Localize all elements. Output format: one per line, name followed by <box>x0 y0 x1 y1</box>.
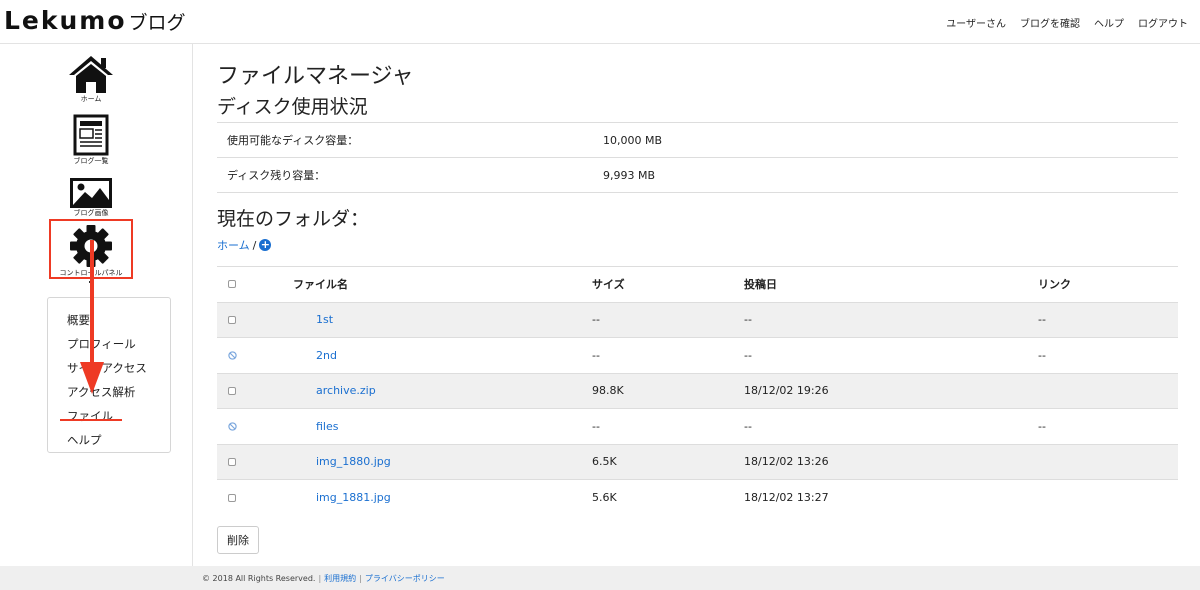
file-name-link[interactable]: 2nd <box>293 349 337 362</box>
home-icon <box>69 56 113 93</box>
file-date: 18/12/02 19:26 <box>744 384 829 398</box>
column-header-name[interactable]: ファイル名 <box>293 276 592 292</box>
file-size: 98.8K <box>592 384 624 398</box>
column-header-size[interactable]: サイズ <box>592 276 744 292</box>
sidebar-item-label: ブログ一覧 <box>73 157 109 165</box>
top-header: Lekumo ブログ ユーザーさん ブログを確認 ヘルプ ログアウト <box>0 0 1200 44</box>
disabled-checkbox-icon <box>228 422 237 431</box>
site-logo[interactable]: Lekumo ブログ <box>4 6 186 40</box>
sidebar-item-label: ブログ画像 <box>73 209 109 217</box>
sidebar-item-control-panel[interactable]: コントロールパネル <box>51 224 131 278</box>
gear-icon <box>70 225 112 267</box>
table-row: files -- -- -- <box>217 409 1178 445</box>
file-size: 6.5K <box>592 455 617 469</box>
file-name-link[interactable]: 1st <box>293 313 333 326</box>
nav-user[interactable]: ユーザーさん <box>946 15 1006 30</box>
column-header-link: リンク <box>1038 278 1071 292</box>
document-icon <box>73 114 109 156</box>
file-date: -- <box>744 419 752 433</box>
file-date: -- <box>744 348 752 362</box>
sidebar-item-label: ホーム <box>80 95 102 103</box>
file-link: -- <box>1038 348 1046 362</box>
select-all-checkbox[interactable] <box>228 280 236 289</box>
current-folder-heading: 現在のフォルダ： <box>217 208 370 230</box>
breadcrumb-separator: / <box>252 238 257 252</box>
file-date: 18/12/02 13:26 <box>744 455 829 469</box>
nav-logout[interactable]: ログアウト <box>1138 15 1188 30</box>
file-name-link[interactable]: files <box>293 420 338 433</box>
file-size: -- <box>592 348 600 362</box>
footer-link-terms[interactable]: 利用規約 <box>324 573 356 584</box>
delete-button[interactable]: 削除 <box>217 526 259 554</box>
disk-row-value: 10,000 MB <box>603 133 663 147</box>
submenu-item-site-access[interactable]: サイトアクセス <box>67 356 170 380</box>
table-row: 2nd -- -- -- <box>217 338 1178 374</box>
disk-row: ディスク残り容量： 9,993 MB <box>217 158 1178 193</box>
sidebar-item-blog-images[interactable]: ブログ画像 <box>66 178 116 218</box>
submenu-item-analytics[interactable]: アクセス解析 <box>67 380 170 404</box>
control-panel-submenu: 概要 プロフィール サイトアクセス アクセス解析 ファイル ヘルプ <box>47 297 171 453</box>
file-size: -- <box>592 313 600 327</box>
file-link: -- <box>1038 313 1046 327</box>
column-header-date[interactable]: 投稿日 <box>744 276 1038 292</box>
footer-copyright: © 2018 All Rights Reserved. <box>202 573 316 583</box>
logo-main-text: Lekumo <box>4 6 127 35</box>
file-size: 5.6K <box>592 491 617 505</box>
submenu-item-file[interactable]: ファイル <box>67 404 170 428</box>
file-name-link[interactable]: img_1880.jpg <box>293 455 391 468</box>
sidebar: ホーム ブログ一覧 ブログ画像 コントロールパネル 概要 プロフィール サイトア… <box>0 44 193 566</box>
disk-row-label: 使用可能なディスク容量： <box>227 134 359 147</box>
top-nav: ユーザーさん ブログを確認 ヘルプ ログアウト <box>946 15 1188 30</box>
table-row: img_1880.jpg 6.5K 18/12/02 13:26 <box>217 444 1178 480</box>
annotation-underline <box>60 419 122 421</box>
file-name-link[interactable]: archive.zip <box>293 384 376 397</box>
row-checkbox[interactable] <box>228 386 236 395</box>
disk-usage-table: 使用可能なディスク容量： 10,000 MB ディスク残り容量： 9,993 M… <box>217 122 1178 193</box>
footer: © 2018 All Rights Reserved. | 利用規約 | プライ… <box>0 566 1200 590</box>
submenu-item-overview[interactable]: 概要 <box>67 308 170 332</box>
sidebar-item-blog-list[interactable]: ブログ一覧 <box>66 114 116 166</box>
file-size: -- <box>592 419 600 433</box>
page-title: ファイルマネージャ <box>217 64 414 89</box>
nav-view-blog[interactable]: ブログを確認 <box>1020 15 1080 30</box>
table-row: archive.zip 98.8K 18/12/02 19:26 <box>217 373 1178 409</box>
file-date: 18/12/02 13:27 <box>744 491 829 505</box>
logo-sub-text: ブログ <box>128 12 186 34</box>
image-icon <box>70 178 112 208</box>
caret-icon <box>89 281 93 283</box>
disk-usage-heading: ディスク使用状況 <box>217 96 368 118</box>
disk-row-label: ディスク残り容量： <box>227 169 326 182</box>
file-date: -- <box>744 313 752 327</box>
table-row: img_1881.jpg 5.6K 18/12/02 13:27 <box>217 480 1178 516</box>
footer-link-privacy[interactable]: プライバシーポリシー <box>365 573 445 584</box>
file-table: ファイル名 サイズ 投稿日 リンク 1st -- -- -- 2nd -- --… <box>217 266 1178 516</box>
breadcrumb-home-link[interactable]: ホーム <box>217 237 250 253</box>
submenu-item-profile[interactable]: プロフィール <box>67 332 170 356</box>
submenu-item-help[interactable]: ヘルプ <box>67 428 170 452</box>
table-header-row: ファイル名 サイズ 投稿日 リンク <box>217 267 1178 303</box>
breadcrumb: ホーム / + <box>217 237 272 253</box>
disk-row: 使用可能なディスク容量： 10,000 MB <box>217 123 1178 158</box>
row-checkbox[interactable] <box>228 493 236 502</box>
sidebar-item-label: コントロールパネル <box>59 269 123 277</box>
sidebar-item-home[interactable]: ホーム <box>66 54 116 104</box>
row-checkbox[interactable] <box>228 315 236 324</box>
row-checkbox[interactable] <box>228 457 236 466</box>
file-name-link[interactable]: img_1881.jpg <box>293 491 391 504</box>
main-content: ファイルマネージャ ディスク使用状況 使用可能なディスク容量： 10,000 M… <box>193 44 1200 566</box>
disabled-checkbox-icon <box>228 351 237 360</box>
file-link: -- <box>1038 419 1046 433</box>
footer-separator: | <box>359 573 362 583</box>
table-row: 1st -- -- -- <box>217 302 1178 338</box>
nav-help[interactable]: ヘルプ <box>1094 15 1124 30</box>
disk-row-value: 9,993 MB <box>603 168 656 182</box>
footer-separator: | <box>318 573 322 583</box>
add-folder-icon[interactable]: + <box>259 239 272 251</box>
